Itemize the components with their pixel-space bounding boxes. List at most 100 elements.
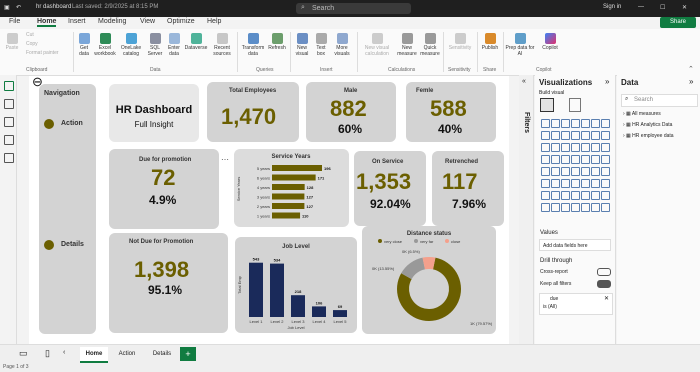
cross-report-toggle[interactable] [597, 268, 611, 276]
paste-button[interactable]: Paste [4, 33, 20, 51]
table-item-hr-analytics[interactable]: › ▦ HR Analytics Data [623, 122, 672, 128]
visual-type-icon[interactable] [581, 167, 590, 176]
visual-type-icon[interactable] [571, 155, 580, 164]
visual-type-icon[interactable] [591, 203, 600, 212]
nav-action-link[interactable]: Action [61, 120, 83, 127]
prev-page-icon[interactable]: ‹ [63, 349, 65, 356]
drill-filter-card[interactable]: due is (All) ✕ [539, 293, 613, 315]
visual-type-icon[interactable] [551, 155, 560, 164]
build-visual-tab-icon[interactable] [540, 98, 554, 112]
copilot-button[interactable]: Copilot [538, 33, 562, 51]
visual-type-icon[interactable] [541, 119, 550, 128]
visual-type-icon[interactable] [551, 191, 560, 200]
visual-type-icon[interactable] [541, 179, 550, 188]
dax-query-icon[interactable] [4, 135, 14, 145]
service-years-card[interactable]: Service Years Service Years 5 years 196 6 ye… [234, 149, 349, 227]
visual-type-icon[interactable] [551, 143, 560, 152]
enter-data-button[interactable]: Enter data [166, 33, 182, 57]
refresh-button[interactable]: Refresh [267, 33, 287, 51]
collapse-ribbon-icon[interactable]: ⌃ [688, 65, 694, 73]
menu-home[interactable]: Home [37, 18, 57, 27]
visual-type-icon[interactable] [551, 179, 560, 188]
visual-type-icon[interactable] [561, 155, 570, 164]
minimize-icon[interactable]: — [638, 4, 644, 10]
on-service-card[interactable]: On Service 1,353 92.04% [354, 151, 426, 226]
visual-type-icon[interactable] [601, 131, 610, 140]
visual-type-icon[interactable] [561, 191, 570, 200]
due-promotion-card[interactable]: Due for promotion 72 4.9% [109, 149, 219, 229]
text-box-button[interactable]: Text box [313, 33, 329, 57]
visual-type-icon[interactable] [561, 143, 570, 152]
new-visual-calc-button[interactable]: New visual calculation [360, 33, 394, 57]
menu-help[interactable]: Help [207, 18, 221, 25]
report-view-icon[interactable] [4, 81, 14, 91]
visual-type-icon[interactable] [581, 155, 590, 164]
menu-view[interactable]: View [140, 18, 155, 25]
visual-type-icon[interactable] [571, 191, 580, 200]
menu-file[interactable]: File [9, 18, 20, 25]
visual-type-icon[interactable] [581, 179, 590, 188]
remove-filter-icon[interactable]: ✕ [604, 295, 609, 302]
filters-pane[interactable]: « Filters [519, 75, 534, 363]
data-search-input[interactable]: ⌕ Search [621, 94, 698, 107]
visual-type-icon[interactable] [561, 167, 570, 176]
close-icon[interactable]: ✕ [682, 4, 687, 11]
transform-data-button[interactable]: Transform data [240, 33, 266, 57]
visual-type-icon[interactable] [571, 131, 580, 140]
page-tab-action[interactable]: Action [113, 347, 141, 361]
format-visual-tab-icon[interactable] [569, 98, 581, 112]
page-tab-home[interactable]: Home [80, 347, 108, 363]
visual-type-icon[interactable] [591, 119, 600, 128]
add-page-button[interactable]: + [180, 347, 196, 361]
mobile-view-icon[interactable]: ▯ [45, 348, 50, 359]
visual-type-icon[interactable] [551, 119, 560, 128]
new-visual-button[interactable]: New visual [292, 33, 312, 57]
total-employees-card[interactable]: Total Employees 1,470 [207, 82, 299, 142]
sensitivity-button[interactable]: Sensitivity [446, 33, 474, 51]
visual-type-icon[interactable] [591, 179, 600, 188]
more-options-icon[interactable]: ⋯ [221, 155, 229, 164]
visual-type-icon[interactable] [541, 203, 550, 212]
quick-measure-button[interactable]: Quick measure [419, 33, 441, 57]
visual-type-icon[interactable] [591, 167, 600, 176]
publish-button[interactable]: Publish [480, 33, 500, 51]
visual-type-icon[interactable] [571, 203, 580, 212]
collapse-data-icon[interactable]: » [689, 77, 693, 86]
cut-button[interactable]: Cut [26, 32, 34, 38]
menu-optimize[interactable]: Optimize [167, 18, 195, 25]
table-view-icon[interactable] [4, 99, 14, 109]
visual-type-icon[interactable] [581, 203, 590, 212]
recent-sources-button[interactable]: Recent sources [210, 33, 234, 57]
visual-type-icon[interactable] [571, 119, 580, 128]
visual-type-icon[interactable] [561, 119, 570, 128]
visual-type-icon[interactable] [541, 155, 550, 164]
retrenched-card[interactable]: Retrenched 117 7.96% [432, 151, 504, 226]
visual-type-icon[interactable] [581, 119, 590, 128]
keep-filters-toggle[interactable] [597, 280, 611, 288]
visual-type-icon[interactable] [571, 143, 580, 152]
visual-type-icon[interactable] [591, 191, 600, 200]
more-visuals-button[interactable]: More visuals [331, 33, 353, 57]
table-item-hr-employee[interactable]: › ▦ HR employee data [623, 133, 674, 139]
sign-in-link[interactable]: Sign in [603, 4, 621, 10]
female-card[interactable]: Femle 588 40% [406, 82, 496, 142]
share-button[interactable]: Share [660, 17, 696, 28]
model-view-icon[interactable] [4, 117, 14, 127]
nav-details-link[interactable]: Details [61, 241, 84, 248]
visual-type-icon[interactable] [541, 167, 550, 176]
visual-type-icon[interactable] [601, 143, 610, 152]
job-level-card[interactable]: Job Level Total Emp Job Level 543 Level 1 534… [235, 237, 357, 333]
desktop-view-icon[interactable]: ▭ [19, 348, 28, 359]
visual-type-icon[interactable] [571, 179, 580, 188]
tmdl-view-icon[interactable] [4, 153, 14, 163]
visual-type-icon[interactable] [601, 119, 610, 128]
dataverse-button[interactable]: Dataverse [184, 33, 208, 51]
visual-type-icon[interactable] [591, 155, 600, 164]
menu-modeling[interactable]: Modeling [98, 18, 126, 25]
visual-type-icon[interactable] [551, 131, 560, 140]
visual-type-icon[interactable] [571, 167, 580, 176]
distance-status-card[interactable]: Distance status very close very far close 1K… [362, 226, 496, 334]
prep-data-button[interactable]: Prep data for AI [505, 33, 535, 57]
table-item-all-measures[interactable]: › ▦ All measures [623, 111, 661, 117]
add-fields-well[interactable]: Add data fields here [539, 239, 611, 251]
